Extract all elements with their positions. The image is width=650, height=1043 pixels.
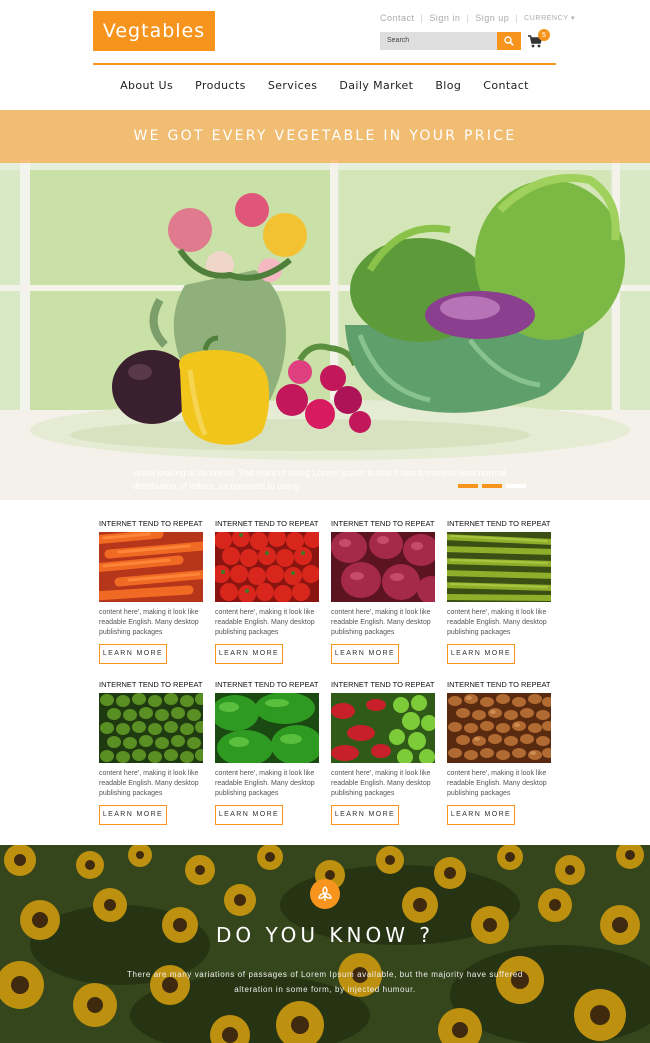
slider-dot[interactable] [458,484,478,488]
product-title: INTERNET TEND TO REPEAT [99,680,203,689]
product-card: INTERNET TEND TO REPEAT content here', m… [99,680,203,825]
search-icon [504,36,514,46]
learn-more-button[interactable]: LEARN MORE [331,644,399,664]
learn-more-button[interactable]: LEARN MORE [215,644,283,664]
sign-in-link[interactable]: Sign in [429,13,460,23]
product-card: INTERNET TEND TO REPEAT content here', m… [447,519,551,664]
caret-down-icon: ▾ [571,15,576,22]
nav-daily-market[interactable]: Daily Market [339,79,413,92]
product-card: INTERNET TEND TO REPEAT content here', m… [99,519,203,664]
search-input[interactable]: Search [380,32,497,50]
product-image-beans[interactable] [447,693,551,763]
slider-dot[interactable] [482,484,502,488]
hero-caption: when looking at its layout. The point of… [133,468,507,491]
product-title: INTERNET TEND TO REPEAT [331,519,435,528]
slider-dots [458,484,526,488]
top-links: Contact | Sign in | Sign up | CURRENCY ▾ [380,13,575,23]
product-image-red-onions[interactable] [331,532,435,602]
product-card: INTERNET TEND TO REPEAT content here', m… [331,519,435,664]
nav-services[interactable]: Services [268,79,318,92]
product-image-chili-peppers[interactable] [331,693,435,763]
product-card: INTERNET TEND TO REPEAT content here', m… [215,519,319,664]
product-description: content here', making it look like reada… [215,609,315,636]
product-image-green-peas[interactable] [99,693,203,763]
currency-label: CURRENCY [524,15,569,22]
product-title: INTERNET TEND TO REPEAT [331,680,435,689]
main-nav: About Us Products Services Daily Market … [93,79,556,92]
learn-more-button[interactable]: LEARN MORE [215,805,283,825]
product-description: content here', making it look like reada… [447,770,547,797]
cart-count-badge: 5 [538,29,550,41]
product-title: INTERNET TEND TO REPEAT [215,680,319,689]
product-description: content here', making it look like reada… [331,770,431,797]
hero-slider: WE GOT EVERY VEGETABLE IN YOUR PRICE whe… [0,110,650,500]
site-header: Vegtables Contact | Sign in | Sign up | … [0,0,650,110]
currency-dropdown[interactable]: CURRENCY ▾ [524,14,575,22]
do-you-know-section: DO YOU KNOW ? There are many variations … [0,845,650,1043]
product-title: INTERNET TEND TO REPEAT [447,680,551,689]
slider-dot[interactable] [506,484,526,488]
nav-about-us[interactable]: About Us [120,79,173,92]
product-title: INTERNET TEND TO REPEAT [447,519,551,528]
learn-more-button[interactable]: LEARN MORE [99,805,167,825]
leaf-icon [310,879,340,909]
product-card: INTERNET TEND TO REPEAT content here', m… [331,680,435,825]
learn-more-button[interactable]: LEARN MORE [99,644,167,664]
nav-blog[interactable]: Blog [435,79,461,92]
hero-title: WE GOT EVERY VEGETABLE IN YOUR PRICE [133,128,517,144]
learn-more-button[interactable]: LEARN MORE [447,644,515,664]
logo[interactable]: Vegtables [93,11,215,51]
sign-up-link[interactable]: Sign up [475,13,509,23]
nav-products[interactable]: Products [195,79,246,92]
product-image-green-beans[interactable] [447,532,551,602]
divider: | [515,13,519,23]
product-description: content here', making it look like reada… [447,609,547,636]
learn-more-button[interactable]: LEARN MORE [447,805,515,825]
section-title: DO YOU KNOW ? [216,923,434,947]
search-button[interactable] [497,32,521,50]
learn-more-button[interactable]: LEARN MORE [331,805,399,825]
header-divider [93,63,556,65]
product-description: content here', making it look like reada… [331,609,431,636]
product-title: INTERNET TEND TO REPEAT [215,519,319,528]
contact-link[interactable]: Contact [380,13,415,23]
product-description: content here', making it look like reada… [99,609,199,636]
product-card: INTERNET TEND TO REPEAT content here', m… [447,680,551,825]
product-image-carrots[interactable] [99,532,203,602]
hero-image [0,110,650,500]
product-description: content here', making it look like reada… [215,770,315,797]
divider: | [420,13,424,23]
product-card: INTERNET TEND TO REPEAT content here', m… [215,680,319,825]
logo-text: Vegtables [102,20,206,42]
product-image-green-peppers[interactable] [215,693,319,763]
product-title: INTERNET TEND TO REPEAT [99,519,203,528]
nav-contact[interactable]: Contact [483,79,529,92]
product-description: content here', making it look like reada… [99,770,199,797]
product-image-tomatoes[interactable] [215,532,319,602]
divider: | [466,13,470,23]
section-text: There are many variations of passages of… [127,970,523,994]
